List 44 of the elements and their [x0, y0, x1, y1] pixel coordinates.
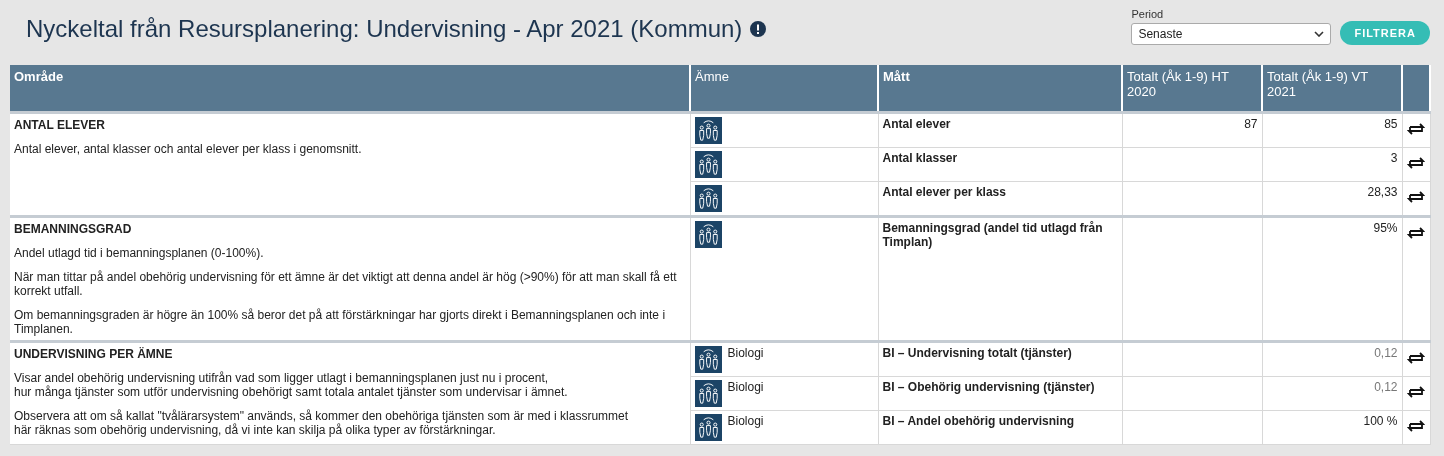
column-header: Område: [10, 65, 690, 113]
subject-name: Biologi: [727, 380, 764, 394]
swap-arrows-icon[interactable]: [1407, 386, 1425, 398]
swap-arrows-icon[interactable]: [1407, 123, 1425, 135]
measure-name: Bemanningsgrad (andel tid utlagd från Timplan): [882, 221, 1103, 249]
subject-name: Biologi: [727, 346, 764, 360]
area-description: Visar andel obehörig undervisning utifrån vad som ligger utlagt i bemanningsplanen just nu i procent, hur många tjänster som utför undervisning obehörigt samt totala antalet tjänster som undervisar i ämnet.: [14, 371, 569, 399]
column-header: Totalt (Åk 1-9) HT 2020: [1122, 65, 1262, 113]
swap-arrows-icon[interactable]: [1407, 157, 1425, 169]
value-cell: 0,12: [1374, 380, 1398, 394]
area-description: Andel utlagd tid i bemanningsplanen (0-100%).: [14, 246, 265, 260]
area-title: BEMANNINGSGRAD: [14, 222, 133, 236]
value-cell: 100 %: [1363, 414, 1398, 428]
area-title: UNDERVISNING PER ÄMNE: [14, 347, 174, 361]
area-description: Om bemanningsgraden är högre än 100% så beror det på att förstärkningar har gjorts direkt i Bemanningsplanen och inte i Timplanen.: [14, 308, 667, 336]
measure-name: Antal elever per klass: [882, 185, 1006, 199]
area-description: Observera att om så kallat "tvålärarsystem" används, så kommer den obehöriga tjänsten som är med i klassrummet här räknas som obehörig undervisning, då vi inte kan skilja på olika typer av förstärkningar.: [14, 409, 630, 437]
measure-name: BI – Andel obehörig undervisning: [882, 414, 1075, 428]
area-description: Antal elever, antal klasser och antal elever per klass i genomsnitt.: [14, 142, 363, 156]
value-cell: 85: [1384, 117, 1398, 131]
column-header: Totalt (Åk 1-9) VT 2021: [1262, 65, 1402, 113]
period-label: Period: [1131, 8, 1165, 20]
swap-arrows-icon[interactable]: [1407, 191, 1425, 203]
area-title: ANTAL ELEVER: [14, 118, 106, 132]
subject-name: Biologi: [727, 414, 764, 428]
column-header: Mått: [878, 65, 1122, 113]
measure-name: BI – Undervisning totalt (tjänster): [882, 346, 1072, 360]
info-icon[interactable]: [750, 21, 767, 37]
measure-name: BI – Obehörig undervisning (tjänster): [882, 380, 1095, 394]
measure-name: Antal elever: [882, 117, 951, 131]
area-description: När man tittar på andel obehörig undervisning för ett ämne är det viktigt att denna andel är hög (>90%) för att man skall få ett korrekt utfall.: [14, 270, 678, 298]
chevron-down-icon: [1314, 31, 1325, 37]
value-cell: 3: [1390, 151, 1398, 165]
page-title: Nyckeltal från Resursplanering: Undervisning - Apr 2021 (Kommun): [26, 15, 743, 43]
column-header: Ämne: [690, 65, 878, 113]
value-cell: 28,33: [1367, 185, 1398, 199]
swap-arrows-icon[interactable]: [1407, 352, 1425, 364]
value-cell: 95%: [1373, 221, 1398, 235]
value-cell: 87: [1244, 117, 1258, 131]
swap-arrows-icon[interactable]: [1407, 420, 1425, 432]
measure-name: Antal klasser: [882, 151, 958, 165]
swap-arrows-icon[interactable]: [1407, 227, 1425, 239]
value-cell: 0,12: [1374, 346, 1398, 360]
period-dropdown[interactable]: Senaste: [1131, 23, 1332, 45]
